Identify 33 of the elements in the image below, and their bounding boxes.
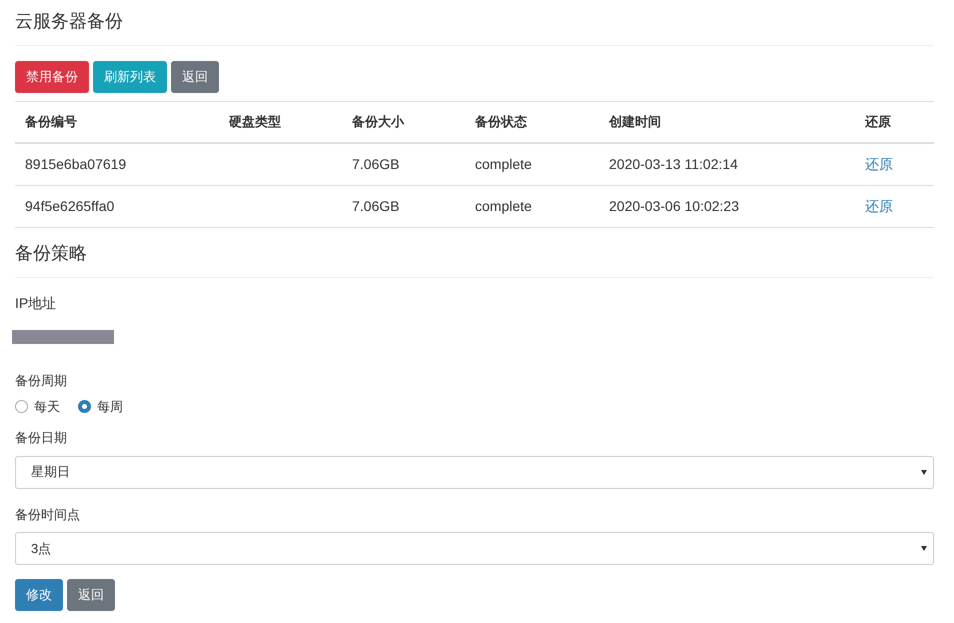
radio-option[interactable]: 每天 [15,396,60,416]
column-header: 创建时间 [609,113,662,132]
restore-link[interactable]: 还原 [865,198,893,214]
table-cell: 8915e6ba07619 [25,156,126,172]
action-button[interactable]: 返回 [67,579,115,611]
table-cell: 7.06GB [352,156,400,172]
action-button[interactable]: 刷新列表 [93,61,167,93]
table-cell: 2020-03-06 10:02:23 [609,198,739,214]
column-header: 备份大小 [352,113,406,132]
table-cell: 7.06GB [352,198,400,214]
field-label: 备份时间点 [15,506,81,524]
select-field[interactable]: 3点 [15,532,934,565]
page-title: 云服务器备份 [15,0,934,46]
select-field[interactable]: 星期日 [15,456,934,488]
table-cell: 2020-03-13 11:02:14 [609,156,738,172]
field-label: 备份日期 [15,429,68,447]
action-button[interactable]: 返回 [171,61,219,93]
caret-icon [921,470,927,474]
restore-link[interactable]: 还原 [865,156,893,172]
field-label: IP地址 [15,294,58,313]
table-cell: 94f5e6265ffa0 [25,198,114,214]
column-header: 硬盘类型 [229,113,282,132]
caret-icon [921,546,927,551]
column-header: 备份状态 [475,113,528,132]
table-cell: complete [475,198,532,214]
column-header: 还原 [865,113,892,132]
table-cell: complete [475,156,532,172]
field-label: 备份周期 [15,372,68,390]
action-button[interactable]: 修改 [15,579,63,611]
radio-option[interactable]: 每周 [78,396,123,416]
action-button[interactable]: 禁用备份 [15,61,89,93]
section-title: 备份策略 [15,228,934,278]
column-header: 备份编号 [25,113,78,132]
